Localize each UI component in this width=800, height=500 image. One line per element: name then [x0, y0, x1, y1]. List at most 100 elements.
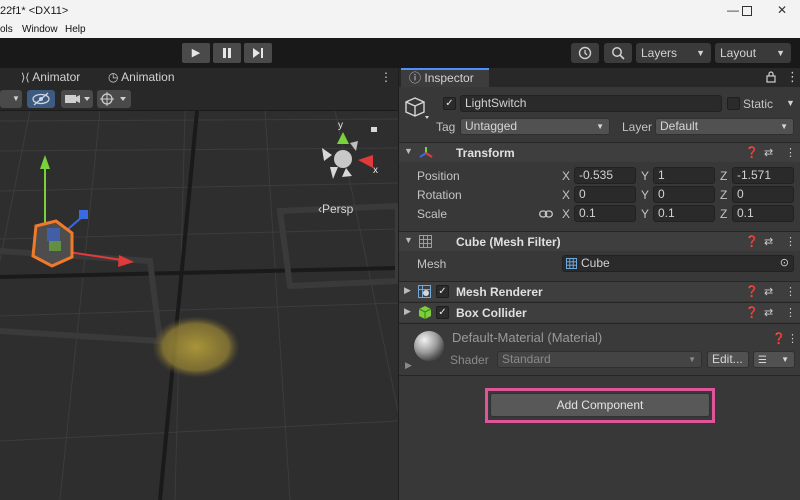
scale-z-label[interactable]: Z	[720, 207, 727, 221]
box-collider-header[interactable]: ▶ ✓ Box Collider ❓ ⇄ ⋮	[399, 302, 800, 322]
gizmos-button[interactable]	[97, 90, 131, 108]
z-axis-cap[interactable]	[79, 210, 88, 219]
active-checkbox[interactable]: ✓	[443, 97, 456, 110]
position-x-field[interactable]: -0.535	[574, 167, 636, 184]
add-component-button[interactable]: Add Component	[490, 393, 710, 417]
kebab-menu-icon[interactable]: ⋮	[785, 146, 796, 159]
rotation-z-label[interactable]: Z	[720, 188, 727, 202]
rotation-x-label[interactable]: X	[562, 188, 570, 202]
object-name-field[interactable]: LightSwitch	[460, 95, 722, 112]
kebab-menu-icon[interactable]: ⋮	[786, 69, 799, 85]
pause-button[interactable]	[213, 43, 241, 63]
tab-animation[interactable]: ◷ Animation	[108, 70, 175, 84]
mesh-renderer-header[interactable]: ▶ ✓ Mesh Renderer ❓ ⇄ ⋮	[399, 281, 800, 301]
help-icon[interactable]: ❓	[745, 306, 759, 319]
rotation-x-field[interactable]: 0	[574, 186, 636, 203]
menu-help[interactable]: Help	[65, 24, 86, 35]
maximize-button[interactable]	[737, 3, 757, 19]
help-icon[interactable]: ❓	[745, 235, 759, 248]
help-icon[interactable]: ❓	[745, 146, 759, 159]
tag-dropdown[interactable]: Untagged ▼	[460, 118, 610, 135]
rotation-y-field[interactable]: 0	[653, 186, 715, 203]
rotation-y-label[interactable]: Y	[641, 188, 649, 202]
layout-dropdown[interactable]: Layout ▼	[715, 43, 791, 63]
camera-icon	[65, 95, 90, 103]
edit-shader-button[interactable]: Edit...	[707, 351, 749, 368]
scene-view[interactable]: y x ‹Persp	[0, 111, 398, 500]
inspector-panel: ⓘ Inspector ⋮ ✓ LightSwitch Static ▼ Tag…	[398, 68, 800, 500]
shader-label: Shader	[450, 353, 489, 367]
menu-bar: ols Window Help	[0, 22, 800, 38]
menu-window[interactable]: Window	[22, 24, 58, 35]
mesh-value: Cube	[581, 256, 610, 270]
layers-dropdown[interactable]: Layers ▼	[636, 43, 711, 63]
history-button[interactable]	[571, 43, 599, 63]
mesh-renderer-enabled-checkbox[interactable]: ✓	[436, 285, 449, 298]
close-window-button[interactable]: ✕	[772, 3, 792, 19]
tag-value: Untagged	[465, 119, 518, 133]
kebab-menu-icon[interactable]: ⋮	[787, 332, 798, 345]
visibility-toggle[interactable]	[27, 90, 55, 108]
position-y-label[interactable]: Y	[641, 169, 649, 183]
camera-settings-button[interactable]	[61, 90, 93, 108]
help-icon[interactable]: ❓	[772, 332, 786, 345]
chevron-down-icon: ▼	[780, 122, 788, 131]
box-collider-enabled-checkbox[interactable]: ✓	[436, 306, 449, 319]
position-z-field[interactable]: -1.571	[732, 167, 794, 184]
tab-inspector[interactable]: ⓘ Inspector	[401, 68, 489, 87]
search-button[interactable]	[604, 43, 632, 63]
object-picker-icon[interactable]: ⊙	[780, 256, 789, 271]
kebab-menu-icon[interactable]: ⋮	[785, 285, 796, 298]
preset-icon[interactable]: ⇄	[764, 285, 773, 298]
layer-dropdown[interactable]: Default ▼	[655, 118, 794, 135]
projection-label[interactable]: ‹Persp	[318, 202, 354, 216]
scale-x-label[interactable]: X	[562, 207, 570, 221]
position-y-field[interactable]: 1	[653, 167, 715, 184]
scene-viewport[interactable]: y x ‹Persp	[0, 111, 398, 500]
scale-y-label[interactable]: Y	[641, 207, 649, 221]
xz-plane-handle[interactable]	[49, 241, 61, 251]
preset-icon[interactable]: ⇄	[764, 306, 773, 319]
help-icon[interactable]: ❓	[745, 285, 759, 298]
position-label: Position	[417, 169, 460, 183]
transform-icon	[419, 147, 433, 158]
link-icon[interactable]	[539, 209, 553, 219]
scale-x-field[interactable]: 0.1	[574, 205, 636, 222]
preset-icon[interactable]: ⇄	[764, 235, 773, 248]
mesh-icon	[566, 258, 577, 269]
step-button[interactable]	[244, 43, 272, 63]
scale-z-field[interactable]: 0.1	[732, 205, 794, 222]
shader-dropdown[interactable]: Standard ▼	[497, 351, 702, 368]
static-checkbox[interactable]	[727, 97, 740, 110]
lock-icon[interactable]	[766, 71, 776, 83]
tab-inspector-label: Inspector	[424, 71, 474, 85]
draw-mode-button[interactable]: ▼	[0, 90, 22, 108]
layer-value: Default	[660, 119, 699, 133]
scale-y-field[interactable]: 0.1	[653, 205, 715, 222]
rotation-z-field[interactable]: 0	[732, 186, 794, 203]
tab-animator[interactable]: ⟩⟨ Animator	[21, 70, 80, 84]
shader-options-dropdown[interactable]: ☰ ▼	[753, 351, 795, 368]
chevron-down-icon[interactable]: ▼	[786, 98, 795, 108]
gizmo-center[interactable]	[334, 150, 352, 168]
kebab-menu-icon[interactable]: ⋮	[380, 70, 392, 84]
inspector-tab-bar: ⓘ Inspector ⋮	[399, 68, 800, 87]
play-button[interactable]: ▶	[182, 43, 210, 63]
lock-icon[interactable]	[371, 127, 377, 132]
preset-icon[interactable]: ⇄	[764, 146, 773, 159]
tab-animation-label: Animation	[121, 70, 175, 84]
transform-header[interactable]: ▼ Transform ❓ ⇄ ⋮	[399, 142, 800, 162]
mesh-filter-header[interactable]: ▼ Cube (Mesh Filter) ❓ ⇄ ⋮	[399, 231, 800, 251]
foldout-collapsed-icon[interactable]: ▶	[405, 360, 412, 371]
box-collider-title: Box Collider	[456, 306, 527, 320]
xy-plane-handle[interactable]	[47, 228, 60, 241]
window-title: 22f1* <DX11>	[0, 5, 69, 17]
main-toolbar: ▶ Layers ▼ Layout ▼	[0, 38, 800, 68]
menu-tools[interactable]: ols	[0, 24, 13, 35]
kebab-menu-icon[interactable]: ⋮	[785, 306, 796, 319]
position-x-label[interactable]: X	[562, 169, 570, 183]
kebab-menu-icon[interactable]: ⋮	[785, 235, 796, 248]
mesh-filter-icon	[419, 235, 432, 248]
position-z-label[interactable]: Z	[720, 169, 727, 183]
mesh-object-field[interactable]: Cube ⊙	[562, 255, 794, 272]
